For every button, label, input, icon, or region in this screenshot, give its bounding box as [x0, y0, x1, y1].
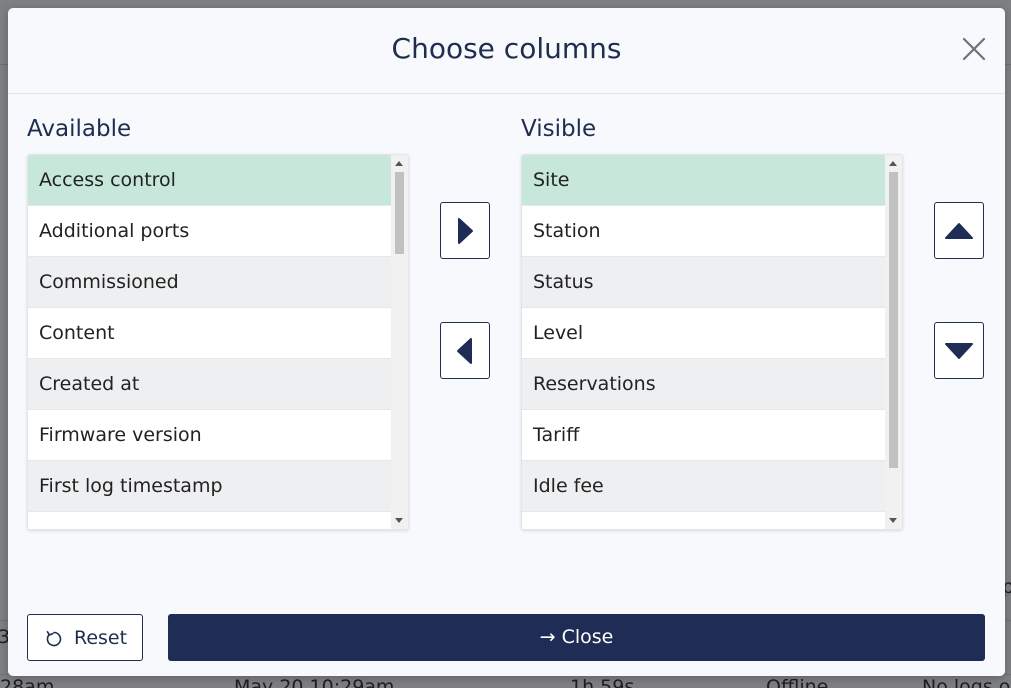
available-items: Access control Additional ports Commissi… — [28, 155, 391, 529]
visible-items: Site Station Status Level Reservations T… — [522, 155, 885, 529]
scroll-up-icon[interactable] — [889, 161, 897, 166]
background-cell: 1h 59s — [570, 676, 635, 688]
caret-right-icon — [458, 217, 473, 244]
reset-button[interactable]: Reset — [27, 614, 143, 661]
move-to-visible-button[interactable] — [440, 202, 490, 259]
dialog-title: Choose columns — [391, 32, 622, 65]
scroll-up-icon[interactable] — [395, 161, 403, 166]
visible-item[interactable]: Tariff — [522, 410, 885, 461]
available-item[interactable]: Firmware version — [28, 410, 391, 461]
caret-up-icon — [945, 222, 973, 239]
dialog-header: Choose columns — [8, 8, 1005, 94]
background-cell: May 20 10:29am — [234, 676, 395, 688]
move-up-button[interactable] — [934, 202, 984, 259]
scroll-down-icon[interactable] — [395, 518, 403, 523]
available-scrollbar[interactable] — [391, 155, 408, 529]
caret-down-icon — [945, 342, 973, 359]
background-cell: Offline — [766, 676, 829, 688]
available-item[interactable]: First log timestamp — [28, 461, 391, 512]
close-button[interactable]: → Close — [168, 614, 985, 661]
visible-item[interactable]: Reservations — [522, 359, 885, 410]
scroll-down-icon[interactable] — [889, 518, 897, 523]
visible-item[interactable]: Idle fee — [522, 461, 885, 512]
visible-item[interactable]: Level — [522, 308, 885, 359]
arrow-right-icon: → — [539, 626, 556, 648]
visible-scrollbar[interactable] — [885, 155, 902, 529]
available-item[interactable]: Access control — [28, 155, 391, 206]
scroll-thumb[interactable] — [395, 172, 404, 254]
visible-item[interactable]: Site — [522, 155, 885, 206]
caret-left-icon — [457, 337, 472, 364]
visible-item[interactable]: Station — [522, 206, 885, 257]
visible-item[interactable]: Status — [522, 257, 885, 308]
available-listbox[interactable]: Access control Additional ports Commissi… — [27, 154, 409, 530]
close-button-content: → Close — [168, 626, 985, 648]
close-label: Close — [561, 626, 614, 648]
available-item[interactable]: Created at — [28, 359, 391, 410]
visible-listbox[interactable]: Site Station Status Level Reservations T… — [521, 154, 903, 530]
reset-icon — [46, 631, 62, 647]
choose-columns-dialog: Choose columns Available Visible Access … — [8, 8, 1005, 676]
visible-heading: Visible — [521, 116, 597, 142]
available-item[interactable]: Commissioned — [28, 257, 391, 308]
background-cell: No logs o — [922, 676, 1011, 688]
background-cell: 28am — [0, 676, 55, 688]
available-heading: Available — [27, 116, 132, 142]
move-to-available-button[interactable] — [440, 322, 490, 379]
available-item[interactable]: Content — [28, 308, 391, 359]
reset-label: Reset — [74, 627, 128, 649]
move-down-button[interactable] — [934, 322, 984, 379]
close-icon[interactable] — [961, 36, 987, 62]
scroll-thumb[interactable] — [889, 172, 898, 468]
available-item[interactable]: Additional ports — [28, 206, 391, 257]
